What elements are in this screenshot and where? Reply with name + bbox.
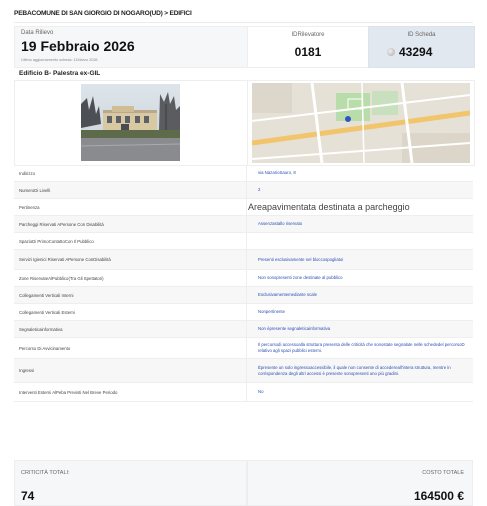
row-label: Segnaleticainformativa	[14, 321, 247, 337]
breadcrumb: PEBACOMUNE DI SAN GIORGIO DI NOGARO(UD) …	[14, 8, 473, 23]
details-table: Indirizzo via NazarioSauro, 8 NumeroDi Liv…	[14, 165, 473, 402]
table-row: Percorso Di Avvicinamento Il percorsodi a…	[14, 338, 473, 359]
row-value: Esclusivamentemediante scale	[258, 292, 317, 297]
row-value: Presenti esclusivamente nel bloccospogli…	[258, 256, 344, 262]
surveyor-id-card: IDRilevatore 0181	[247, 26, 369, 68]
sheet-id-label: ID Scheda	[407, 32, 436, 38]
row-label: Interventi Esterni AlPeba Previsti Nel B…	[14, 383, 247, 401]
building-photo	[81, 84, 180, 161]
location-map[interactable]	[252, 83, 470, 163]
row-label: Indirizzo	[14, 165, 247, 181]
table-row: Servizi Igienici Riservati APersone ConD…	[14, 250, 473, 270]
table-row: Interventi Esterni AlPeba Previsti Nel B…	[14, 383, 473, 402]
row-label: Servizi Igienici Riservati APersone ConD…	[14, 250, 247, 269]
criticality-total-label: CRITICITÀ TOTALI:	[21, 470, 70, 476]
table-row: Ingressi Èpresente un solo ingressoaccess…	[14, 359, 473, 383]
cost-total-card: COSTO TOTALE 164500 €	[247, 460, 473, 506]
row-value: No	[258, 389, 264, 394]
coin-icon	[387, 48, 395, 56]
last-update-text: Ultimo aggiornamento scheda: 11Marzo 202…	[21, 58, 98, 62]
table-row: Pertinenza Areapavimentata destinata a pa…	[14, 199, 473, 216]
location-map-panel[interactable]	[247, 80, 475, 166]
criticality-total-card: CRITICITÀ TOTALI: 74	[14, 460, 247, 506]
table-row: Indirizzo via NazarioSauro, 8	[14, 165, 473, 182]
row-value: via NazarioSauro, 8	[258, 170, 296, 175]
row-label: Percorso Di Avvicinamento	[14, 338, 247, 358]
row-label: Collegamenti Verticali Interni	[14, 287, 247, 303]
table-row: SpazioDi PrimoContattoCon Il Pubblico	[14, 233, 473, 250]
survey-date-value: 19 Febbraio 2026	[21, 38, 135, 54]
cost-total-value: 164500 €	[413, 489, 464, 503]
building-name: Edificio B- Palestra ex-GIL	[19, 70, 101, 77]
row-value: Non èpresente segnaleticainformativa	[258, 326, 331, 331]
row-value: Assenzastallo riservato	[258, 221, 303, 226]
survey-date-card: Data Rilievo 19 Febbraio 2026 Ultimo agg…	[14, 26, 248, 68]
table-row: Collegamenti Verticali Interni Esclusivam…	[14, 287, 473, 304]
row-value: Non sonopresenti zone destinate al pubbl…	[258, 275, 343, 280]
row-value	[247, 233, 473, 249]
table-row: Zone RiservateAlPubblico(Tra Gli Spettat…	[14, 270, 473, 287]
survey-date-label: Data Rilievo	[21, 30, 54, 36]
row-label: SpazioDi PrimoContattoCon Il Pubblico	[14, 233, 247, 249]
sheet-id-value: 43294	[399, 45, 433, 59]
table-row: NumeroDi Livelli 2	[14, 182, 473, 199]
row-label: Ingressi	[14, 359, 247, 382]
row-value: Nonpertinente	[258, 309, 285, 314]
surveyor-id-label: IDRilevatore	[291, 32, 325, 38]
row-label: Parcheggi Riservati APersone Con Disabil…	[14, 216, 247, 232]
table-row: Collegamenti Verticali Esterni Nonpertine…	[14, 304, 473, 321]
row-label: Zone RiservateAlPubblico(Tra Gli Spettat…	[14, 270, 247, 286]
row-value: Èpresente un solo ingressoaccessibile, i…	[258, 364, 451, 376]
cost-total-label: COSTO TOTALE	[422, 470, 464, 476]
row-label: Pertinenza	[14, 199, 247, 215]
table-row: Segnaleticainformativa Non èpresente segn…	[14, 321, 473, 338]
row-value: Areapavimentata destinata a parcheggio	[248, 202, 410, 212]
row-value: Il percorsodi accessoalla struttura pres…	[258, 342, 465, 353]
row-label: NumeroDi Livelli	[14, 182, 247, 198]
row-label: Collegamenti Verticali Esterni	[14, 304, 247, 320]
surveyor-id-value: 0181	[294, 45, 322, 59]
table-row: Parcheggi Riservati APersone Con Disabil…	[14, 216, 473, 233]
location-marker	[345, 116, 351, 122]
criticality-total-value: 74	[21, 489, 35, 503]
sheet-id-card: ID Scheda 43294	[368, 26, 475, 68]
building-photo-panel	[14, 80, 248, 166]
row-value: 2	[258, 187, 261, 192]
